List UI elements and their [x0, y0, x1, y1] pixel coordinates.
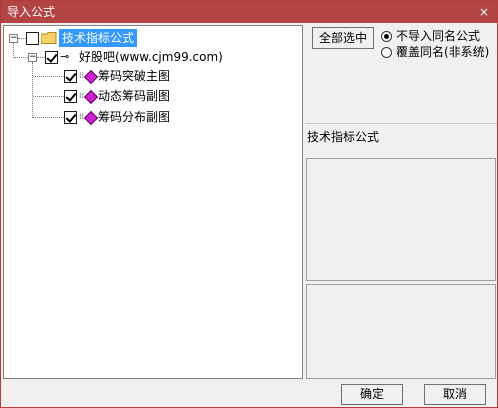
section-label: 技术指标公式 — [307, 130, 380, 144]
window-title: 导入公式 — [7, 5, 56, 19]
radio-label-overwrite[interactable]: 覆盖同名(非系统) — [396, 44, 489, 60]
formula-tree[interactable]: − 技术指标公式 − ⊸ 好股吧(www.cjm99.com) ⁞⁞ 筹码突破主… — [3, 25, 303, 379]
tree-connector — [33, 117, 64, 118]
formula-diamond-icon — [83, 89, 99, 105]
tree-connector — [14, 57, 28, 58]
formula-diamond-icon — [83, 110, 99, 126]
import-formula-dialog: 导入公式 × − 技术指标公式 − ⊸ 好股吧(www.cjm99.com) ⁞… — [0, 0, 498, 408]
options-panel: 全部选中 不导入同名公式 覆盖同名(非系统) 技术指标公式 — [305, 25, 497, 379]
radio-overwrite[interactable] — [381, 47, 392, 58]
group-label[interactable]: 好股吧(www.cjm99.com) — [79, 48, 223, 66]
item-label[interactable]: 筹码分布副图 — [98, 108, 170, 126]
item-label[interactable]: 筹码突破主图 — [98, 67, 170, 85]
root-label[interactable]: 技术指标公式 — [59, 29, 138, 47]
tree-connector — [32, 62, 33, 118]
tree-connector — [18, 38, 26, 39]
key-icon: ⊸ — [60, 50, 70, 63]
radio-skip-duplicates[interactable] — [381, 31, 392, 42]
grid-icon: ⁞⁞ — [79, 71, 85, 80]
folder-icon — [41, 32, 57, 44]
tree-connector — [33, 96, 64, 97]
item-checkbox[interactable] — [64, 111, 77, 124]
tree-connector — [37, 57, 45, 58]
cancel-button[interactable]: 取消 — [424, 384, 486, 405]
radio-label-skip[interactable]: 不导入同名公式 — [396, 28, 480, 44]
title-bar: 导入公式 × — [1, 1, 497, 23]
tree-connector — [13, 43, 14, 58]
ok-button[interactable]: 确定 — [341, 384, 403, 405]
root-expander[interactable]: − — [9, 34, 18, 43]
item-checkbox[interactable] — [64, 90, 77, 103]
group-checkbox[interactable] — [45, 51, 58, 64]
select-all-button[interactable]: 全部选中 — [312, 27, 374, 49]
description-panel — [306, 158, 496, 281]
grid-icon: ⁞⁞ — [79, 91, 85, 100]
divider — [305, 123, 497, 124]
close-icon[interactable]: × — [477, 5, 491, 19]
item-label[interactable]: 动态筹码副图 — [98, 87, 170, 105]
detail-panel — [306, 284, 496, 379]
grid-icon: ⁞⁞ — [79, 112, 85, 121]
item-checkbox[interactable] — [64, 70, 77, 83]
group-expander[interactable]: − — [28, 53, 37, 62]
root-checkbox[interactable] — [26, 32, 39, 45]
button-bar: 确定 取消 — [1, 379, 497, 407]
tree-connector — [33, 76, 64, 77]
formula-diamond-icon — [83, 69, 99, 85]
